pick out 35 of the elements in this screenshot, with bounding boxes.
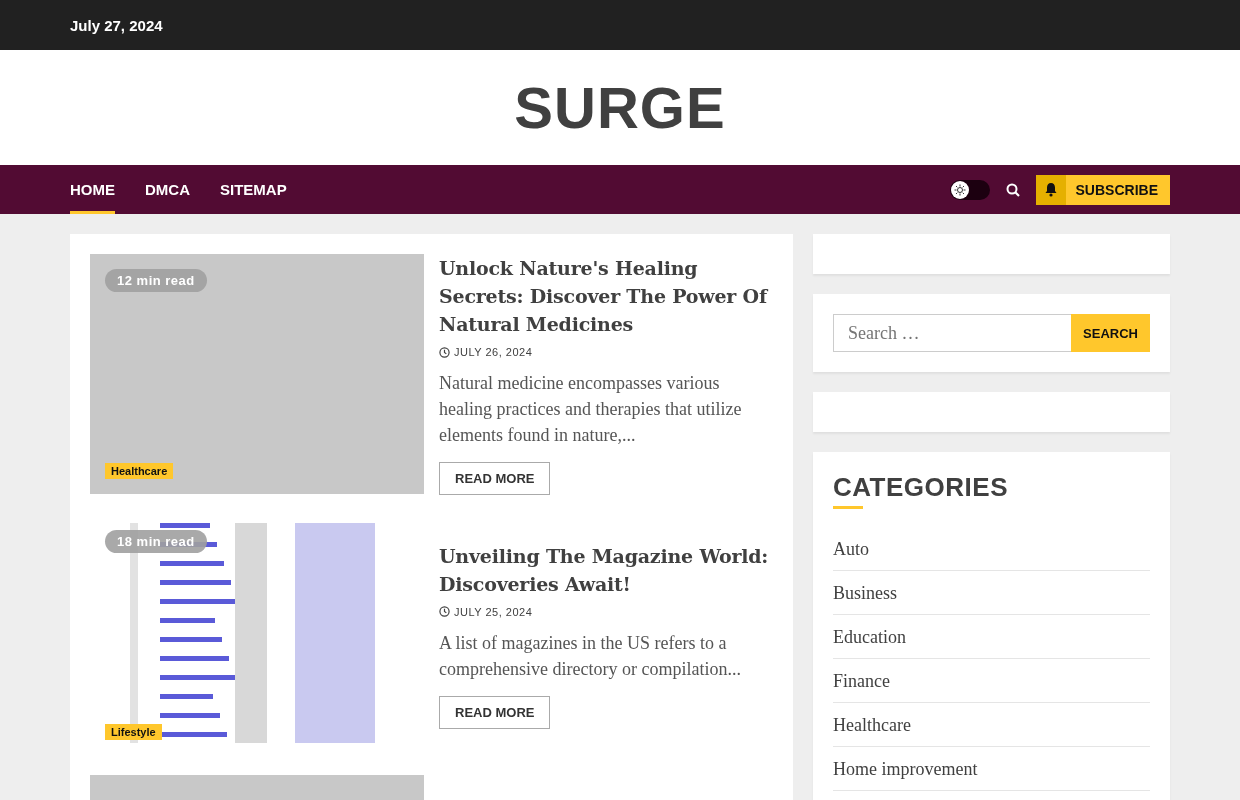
widget-title: CATEGORIES (833, 472, 1009, 503)
read-time-badge: 12 min read (105, 269, 207, 292)
nav-link[interactable]: DMCA (145, 165, 190, 214)
search-field[interactable]: Search … (833, 314, 1072, 352)
site-logo[interactable]: SURGE (514, 74, 726, 141)
image-placeholder[interactable]: 12 min read Healthcare (90, 254, 424, 494)
theme-toggle[interactable] (949, 179, 990, 200)
article-thumbnail[interactable]: 18 min read Lifestyle (90, 515, 424, 755)
article-date: JULY 25, 2024 (454, 605, 533, 618)
category-tag[interactable]: Lifestyle (105, 724, 162, 740)
category-tag[interactable]: Healthcare (105, 463, 174, 479)
subscribe-button[interactable]: SUBSCRIBE (1035, 174, 1170, 205)
current-date: July 27, 2024 (70, 16, 163, 34)
article-date: JULY 26, 2024 (454, 346, 533, 358)
category-link[interactable]: Business (833, 583, 1150, 615)
article-title[interactable]: Unveiling The Magazine World: Discoveries Await! (439, 541, 773, 598)
article-excerpt: A list of magazines in the US refers to a comprehensive directory or compilation... (439, 631, 742, 681)
read-more-button[interactable]: READ MORE (439, 695, 551, 729)
read-more-button[interactable]: READ MORE (439, 462, 551, 495)
nav-link[interactable]: SITEMAP (220, 165, 287, 214)
search-icon[interactable] (1005, 182, 1020, 197)
article-title[interactable]: Unlock Nature's Healing Secrets: Discover The Power Of Natural Medicines (439, 254, 773, 338)
clock-icon (439, 606, 450, 617)
category-link[interactable]: Healthcare (833, 715, 1150, 747)
search-button[interactable]: SEARCH (1071, 314, 1150, 352)
bell-icon (1043, 182, 1058, 197)
clock-icon (439, 346, 450, 358)
category-link[interactable]: Auto (833, 539, 1150, 571)
read-time-badge: 18 min read (105, 530, 207, 553)
article-excerpt: Natural medicine encompasses various healing practices and therapies that utilize elements found in nature,... (439, 372, 743, 447)
category-link[interactable]: Finance (833, 671, 1150, 703)
category-link[interactable]: Education (833, 627, 1150, 659)
nav-link[interactable]: HOME (70, 165, 115, 214)
category-link[interactable]: Home improvement (833, 759, 1150, 791)
sun-icon (953, 183, 966, 196)
